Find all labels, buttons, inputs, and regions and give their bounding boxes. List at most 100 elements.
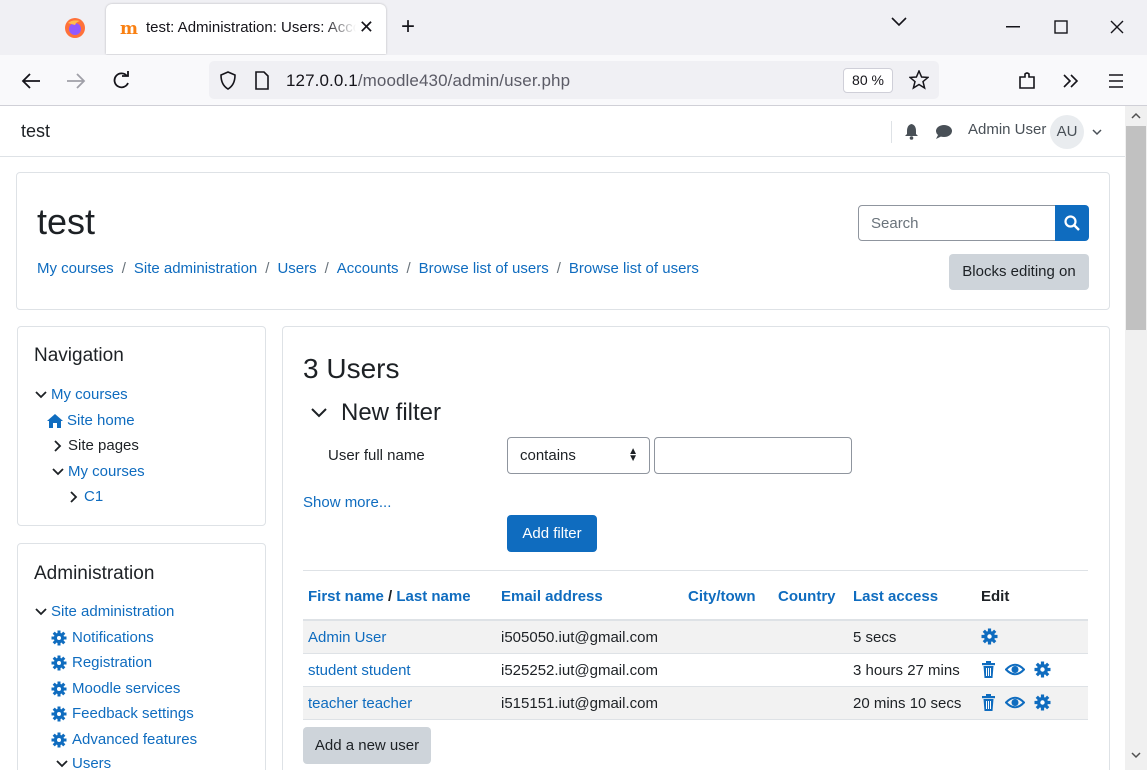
scroll-down-arrow-icon[interactable] [1131, 752, 1141, 759]
tab-title: test: Administration: Users: Accounts: B… [146, 19, 356, 36]
sort-first-name-link[interactable]: First name [308, 588, 384, 605]
forward-icon[interactable] [66, 72, 86, 90]
gear-icon[interactable] [1034, 661, 1051, 678]
breadcrumb-my-courses[interactable]: My courses [37, 260, 114, 277]
close-window-icon[interactable] [1110, 20, 1124, 34]
nav-item-site-home[interactable]: Site home [46, 412, 135, 429]
admin-item-moodle-services[interactable]: Moodle services [51, 680, 180, 697]
search-button[interactable] [1055, 205, 1089, 241]
row-actions [981, 661, 1051, 678]
nav-item-my-courses-sub[interactable]: My courses [52, 463, 145, 480]
trash-icon[interactable] [981, 661, 996, 678]
back-icon[interactable] [21, 72, 41, 90]
sort-country-link[interactable]: Country [778, 588, 836, 605]
user-last-access: 5 secs [853, 629, 897, 646]
eye-icon[interactable] [1005, 694, 1025, 711]
admin-item-registration[interactable]: Registration [51, 654, 152, 671]
user-menu-chevron-down-icon[interactable] [1092, 129, 1102, 136]
moodle-favicon-icon: m [120, 19, 138, 39]
user-full-name-label: User full name [328, 447, 425, 464]
breadcrumb-users[interactable]: Users [277, 260, 316, 277]
sort-city-link[interactable]: City/town [688, 588, 756, 605]
admin-item-users[interactable]: Users [56, 755, 111, 770]
minimize-icon[interactable] [1006, 26, 1020, 28]
table-row: student student i525252.iut@gmail.com 3 … [303, 654, 1088, 687]
admin-item-label: Feedback settings [72, 705, 194, 722]
user-email: i505050.iut@gmail.com [501, 629, 658, 646]
nav-item-site-pages[interactable]: Site pages [52, 437, 139, 454]
breadcrumb-browse-list-of-users-current[interactable]: Browse list of users [569, 260, 699, 277]
admin-item-site-administration[interactable]: Site administration [35, 603, 174, 620]
gear-icon[interactable] [1034, 694, 1051, 711]
nav-item-label: My courses [51, 386, 128, 403]
admin-item-label: Notifications [72, 629, 154, 646]
scrollbar-thumb[interactable] [1126, 126, 1146, 330]
gear-icon[interactable] [981, 628, 998, 645]
active-tab[interactable]: m test: Administration: Users: Accounts:… [106, 4, 386, 54]
sort-email-link[interactable]: Email address [501, 588, 603, 605]
home-icon [47, 413, 63, 428]
user-name-link[interactable]: student student [308, 662, 411, 679]
column-header-name: First name / Last name [308, 588, 471, 605]
url-text[interactable]: 127.0.0.1/moodle430/admin/user.php [286, 71, 570, 91]
breadcrumb: My courses / Site administration / Users / Acc… [37, 260, 699, 277]
scroll-up-arrow-icon[interactable] [1131, 112, 1141, 119]
blocks-editing-button[interactable]: Blocks editing on [949, 254, 1089, 290]
gear-icon [51, 630, 67, 645]
breadcrumb-browse-list-of-users[interactable]: Browse list of users [419, 260, 549, 277]
nav-item-c1[interactable]: C1 [68, 488, 103, 505]
eye-icon[interactable] [1005, 661, 1025, 678]
breadcrumb-accounts[interactable]: Accounts [337, 260, 399, 277]
sort-last-name-link[interactable]: Last name [396, 588, 470, 605]
chevron-down-icon [35, 607, 47, 615]
firefox-icon[interactable] [64, 17, 86, 39]
zoom-level-badge[interactable]: 80 % [843, 68, 893, 93]
add-new-user-button[interactable]: Add a new user [303, 727, 431, 764]
admin-item-label: Moodle services [72, 680, 181, 697]
search-input[interactable]: Search [858, 205, 1056, 241]
list-all-tabs-icon[interactable] [890, 16, 908, 28]
browser-tab-bar: m test: Administration: Users: Accounts:… [0, 0, 1147, 55]
url-bar[interactable]: 127.0.0.1/moodle430/admin/user.php 80 % [209, 61, 939, 99]
header-slash: / [388, 588, 393, 605]
sort-last-access-link[interactable]: Last access [853, 588, 938, 605]
show-more-link[interactable]: Show more... [303, 494, 391, 511]
user-last-access: 3 hours 27 mins [853, 662, 960, 679]
reload-icon[interactable] [111, 71, 131, 91]
notifications-bell-icon[interactable] [904, 123, 919, 140]
user-name-link[interactable]: Admin User [308, 629, 386, 646]
filter-value-input[interactable] [654, 437, 852, 474]
chevron-down-icon [52, 467, 64, 475]
trash-icon[interactable] [981, 694, 996, 711]
avatar[interactable]: AU [1050, 115, 1084, 149]
chevron-down-icon [56, 759, 68, 767]
shield-icon[interactable] [219, 71, 237, 91]
administration-block: Administration Site administration Notif… [17, 543, 266, 770]
breadcrumb-site-administration[interactable]: Site administration [134, 260, 257, 277]
add-filter-button[interactable]: Add filter [507, 515, 597, 552]
users-count-heading: 3 Users [303, 353, 400, 384]
page-info-icon[interactable] [254, 71, 270, 90]
admin-item-advanced-features[interactable]: Advanced features [51, 731, 197, 748]
site-name[interactable]: test [21, 121, 50, 142]
messages-chat-icon[interactable] [935, 124, 953, 139]
bookmark-star-icon[interactable] [909, 70, 929, 90]
close-tab-icon[interactable]: ✕ [359, 17, 374, 38]
admin-item-feedback-settings[interactable]: Feedback settings [51, 705, 194, 722]
browser-navbar: 127.0.0.1/moodle430/admin/user.php 80 % [0, 55, 1147, 106]
admin-item-notifications[interactable]: Notifications [51, 629, 154, 646]
hamburger-menu-icon[interactable] [1108, 74, 1124, 88]
overflow-menu-icon[interactable] [1062, 73, 1080, 89]
user-menu-name[interactable]: Admin User [968, 121, 1046, 138]
maximize-icon[interactable] [1054, 20, 1068, 34]
search-icon [1064, 215, 1080, 231]
nav-item-my-courses[interactable]: My courses [35, 386, 128, 403]
user-name-link[interactable]: teacher teacher [308, 695, 412, 712]
new-filter-toggle[interactable]: New filter [311, 399, 441, 427]
filter-operator-select[interactable]: contains ▲ ▼ [507, 437, 650, 474]
row-actions [981, 694, 1051, 711]
new-tab-icon[interactable]: + [401, 13, 415, 41]
extensions-icon[interactable] [1017, 71, 1037, 91]
chevron-right-icon [54, 439, 62, 452]
breadcrumb-separator: / [121, 260, 126, 277]
